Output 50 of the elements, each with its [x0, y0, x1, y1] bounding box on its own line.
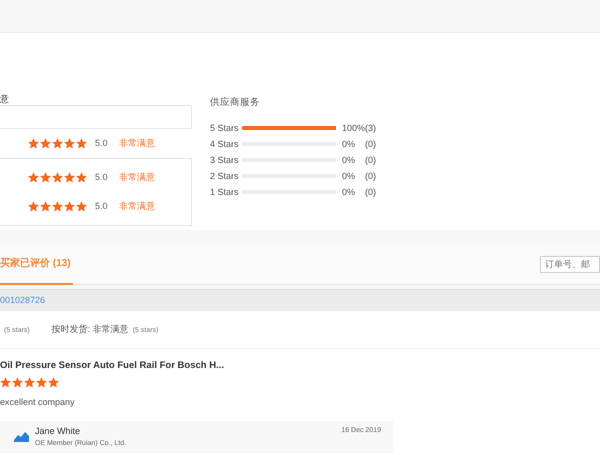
star-icon: [64, 138, 75, 149]
star-icon: [0, 377, 11, 388]
star-icon: [76, 201, 87, 212]
product-title: Oil Pressure Sensor Auto Fuel Rail For Bosch H...: [0, 359, 226, 373]
star-icon: [28, 172, 39, 183]
order-number-link[interactable]: 001028726: [0, 294, 46, 308]
star-label: 2 Stars: [210, 170, 240, 182]
star-icon: [28, 201, 39, 212]
score-text: 5.0: [95, 200, 109, 213]
star-label: 3 Stars: [210, 154, 240, 166]
score-text: 5.0: [95, 170, 109, 184]
count-text: (3): [365, 122, 376, 135]
service-title: 供应商服务: [210, 96, 260, 110]
star-icon: [52, 172, 63, 183]
percent-text: 100%: [342, 122, 365, 134]
star-label: 1 Stars: [210, 186, 240, 198]
star-icon: [40, 201, 51, 212]
star-icon: [76, 172, 87, 183]
star-icon: [64, 201, 75, 212]
count-text: (0): [365, 154, 376, 167]
percent-text: 0%: [342, 170, 356, 182]
company-logo-icon: [12, 431, 31, 444]
star-icon: [24, 377, 35, 388]
percent-text: 0%: [342, 186, 356, 198]
satisfaction-label: 非常满意: [119, 200, 155, 213]
rating-label: 按时发货: 非常满意: [52, 324, 129, 334]
satisfaction-label: 非常满意: [119, 170, 155, 184]
score-text: 5.0: [95, 136, 109, 150]
star-icon: [40, 172, 51, 183]
star-icon: [52, 138, 63, 149]
percent-text: 0%: [342, 154, 356, 166]
count-text: (0): [365, 170, 376, 183]
star-icon: [28, 138, 39, 149]
count-text: (0): [365, 138, 376, 151]
reviewer-name: Jane White: [35, 425, 82, 438]
count-text: (0): [365, 186, 376, 199]
star-icon: [48, 377, 59, 388]
star-icon: [64, 172, 75, 183]
search-field[interactable]: 订单号、邮: [540, 256, 600, 272]
star-label: 5 Stars: [210, 122, 240, 134]
star-icon: [76, 138, 87, 149]
star-icon: [12, 377, 23, 388]
star-icon: [40, 138, 51, 149]
percent-text: 0%: [342, 138, 356, 150]
star-icon: [52, 201, 63, 212]
section-heading: 意: [0, 93, 10, 105]
review-comment: excellent company: [0, 396, 76, 409]
star-label: 4 Stars: [210, 138, 240, 150]
star-icon: [36, 377, 47, 388]
satisfaction-label: 非常满意: [119, 136, 155, 150]
